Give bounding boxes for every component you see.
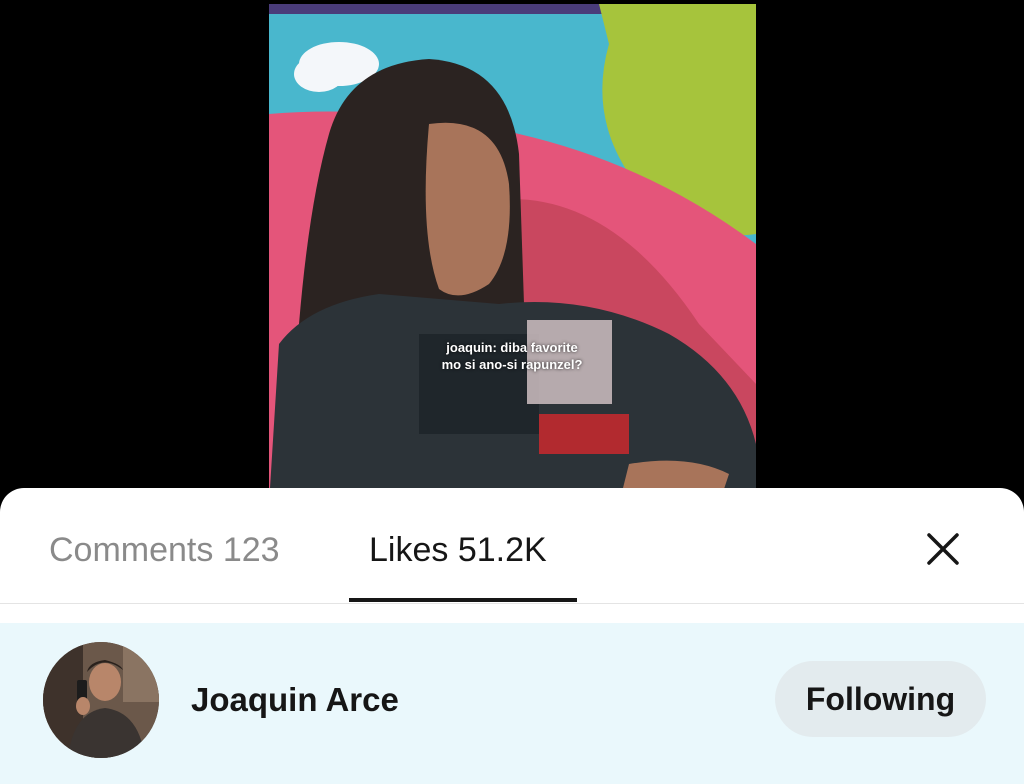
tab-likes[interactable]: Likes 51.2K — [369, 530, 547, 570]
close-icon — [927, 533, 959, 565]
video-player[interactable]: joaquin: diba favorite mo si ano-si rapu… — [269, 4, 756, 504]
list-item[interactable]: Joaquin Arce Following — [0, 623, 1024, 784]
caption-line-2: mo si ano-si rapunzel? — [441, 357, 583, 372]
likes-sheet: Comments 123 Likes 51.2K Joaquin Arce Fo… — [0, 488, 1024, 784]
video-caption: joaquin: diba favorite mo si ano-si rapu… — [387, 339, 637, 373]
user-name[interactable]: Joaquin Arce — [191, 680, 399, 720]
tab-divider — [0, 603, 1024, 604]
close-button[interactable] — [920, 526, 966, 572]
active-tab-indicator — [349, 598, 577, 602]
caption-line-1: joaquin: diba favorite — [446, 340, 578, 355]
tab-bar: Comments 123 Likes 51.2K — [0, 488, 1024, 603]
video-frame — [269, 4, 756, 504]
avatar-image — [43, 642, 159, 758]
avatar[interactable] — [43, 642, 159, 758]
tab-comments[interactable]: Comments 123 — [49, 530, 280, 570]
following-button[interactable]: Following — [775, 661, 986, 737]
